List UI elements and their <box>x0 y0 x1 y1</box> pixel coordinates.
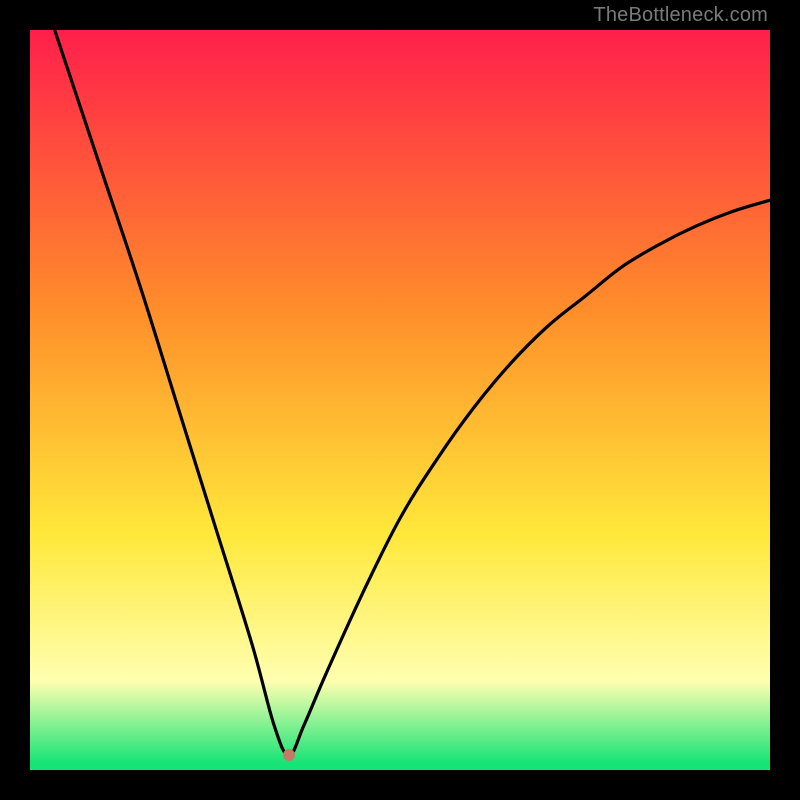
watermark-text: TheBottleneck.com <box>593 4 768 27</box>
bottleneck-curve <box>30 30 770 770</box>
optimal-point-dot <box>283 749 295 761</box>
chart-frame: TheBottleneck.com <box>0 0 800 800</box>
plot-area <box>30 30 770 770</box>
